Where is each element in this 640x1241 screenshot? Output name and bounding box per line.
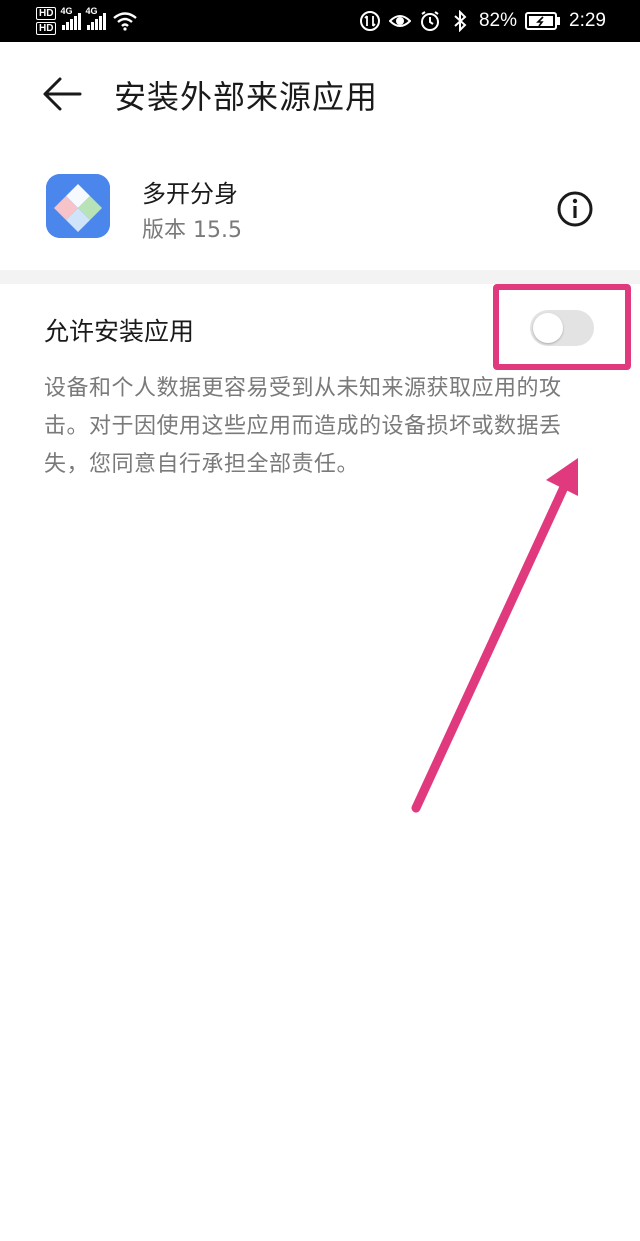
app-logo-icon <box>46 174 110 238</box>
section-divider <box>0 270 640 284</box>
back-arrow-icon[interactable] <box>40 74 84 114</box>
app-version: 版本 15.5 <box>142 218 242 243</box>
screen: HD HD 4G 4G 82% 2:29 安装外部来源应用 多开分身 版本 15… <box>0 0 640 1241</box>
bluetooth-icon <box>454 10 467 32</box>
signal-strength-icon-1: 4G <box>60 6 82 30</box>
signal-strength-icon-2: 4G <box>85 6 107 30</box>
hd-badge-2: HD <box>36 22 57 35</box>
status-time: 2:29 <box>569 10 606 31</box>
allow-install-label: 允许安装应用 <box>44 317 195 346</box>
warning-description: 设备和个人数据更容易受到从未知来源获取应用的攻击。对于因使用这些应用而造成的设备… <box>44 376 562 477</box>
network-type-1: 4G <box>60 6 73 16</box>
page-header: 安装外部来源应用 <box>0 42 640 148</box>
alarm-icon <box>420 11 439 31</box>
data-saver-icon <box>359 11 380 31</box>
page-title: 安装外部来源应用 <box>114 78 379 116</box>
info-icon[interactable] <box>556 190 594 228</box>
app-name: 多开分身 <box>142 180 238 208</box>
wifi-icon <box>113 12 138 31</box>
hd-indicators: HD HD <box>36 7 57 35</box>
status-bar-left: HD HD 4G 4G <box>36 4 138 38</box>
status-bar-right: 82% 2:29 <box>359 0 606 42</box>
allow-install-toggle[interactable] <box>530 310 594 346</box>
battery-icon <box>525 12 561 30</box>
status-bar: HD HD 4G 4G 82% 2:29 <box>0 0 640 42</box>
app-info-row: 多开分身 版本 15.5 <box>0 148 640 270</box>
eye-comfort-icon <box>388 15 411 27</box>
hd-badge-1: HD <box>36 7 57 20</box>
battery-percent: 82% <box>478 10 518 31</box>
network-type-2: 4G <box>85 6 98 16</box>
toggle-knob <box>533 313 563 343</box>
app-icon <box>46 174 110 238</box>
